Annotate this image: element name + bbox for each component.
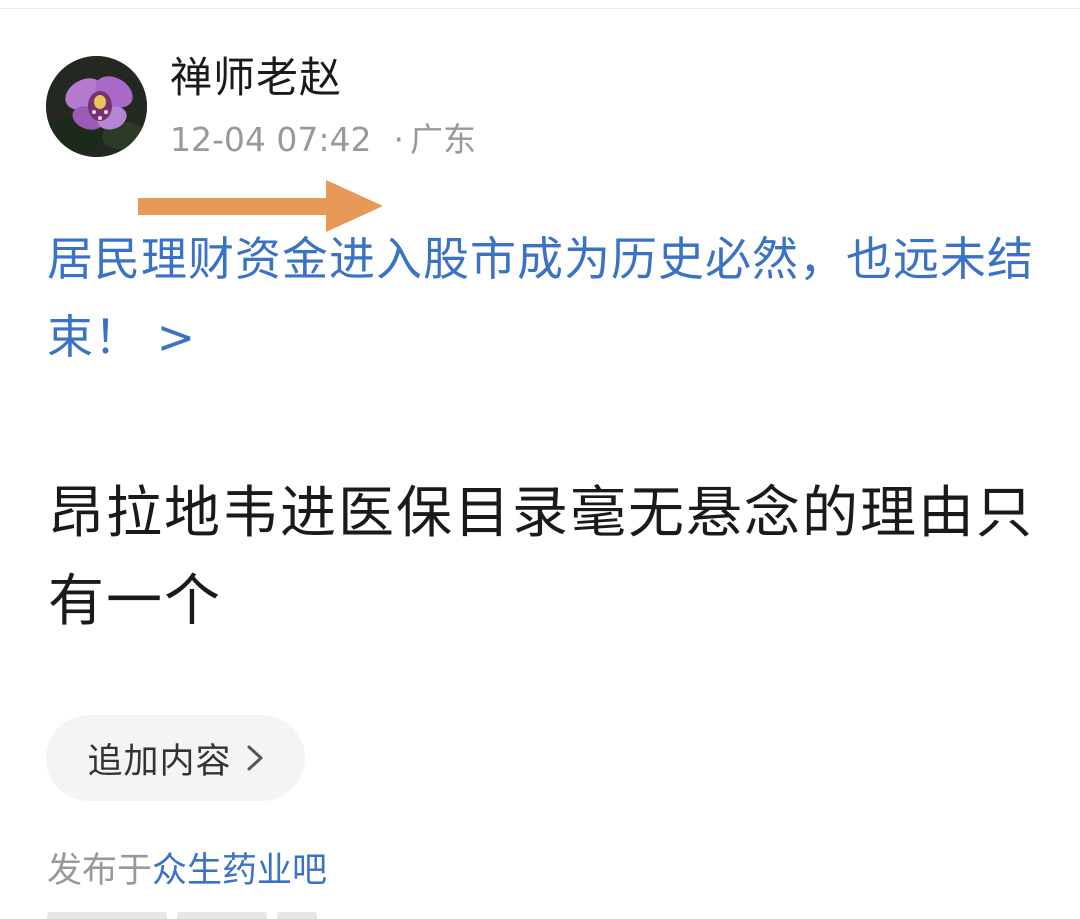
meta-separator: · [393,120,404,159]
post-location: 广东 [409,120,476,159]
orchid-avatar-image [46,56,147,157]
post-title: 昂拉地韦进医保目录毫无悬念的理由只有一个 [48,481,1034,634]
forum-link[interactable]: 众生药业吧 [152,851,327,891]
linked-article-title[interactable]: 居民理财资金进入股市成为历史必然，也远未结束！ > [47,220,1042,376]
published-prefix: 发布于 [47,851,153,891]
truncated-row [47,908,447,919]
avatar[interactable] [46,56,147,157]
add-content-button[interactable]: 追加内容 [46,715,305,801]
chevron-right-icon [247,745,262,771]
top-divider [0,8,1080,9]
post-timestamp: 12-04 07:42 [170,120,372,159]
post-page: 禅师老赵 12-04 07:42 · 广东 居民理财资金进入股市成为历史必然，也远未… [0,0,1080,919]
published-in: 发布于众生药业吧 [47,846,327,896]
post-meta: 12-04 07:42 · 广东 [170,116,476,164]
author-name[interactable]: 禅师老赵 [170,50,342,106]
add-content-label: 追加内容 [87,741,232,782]
